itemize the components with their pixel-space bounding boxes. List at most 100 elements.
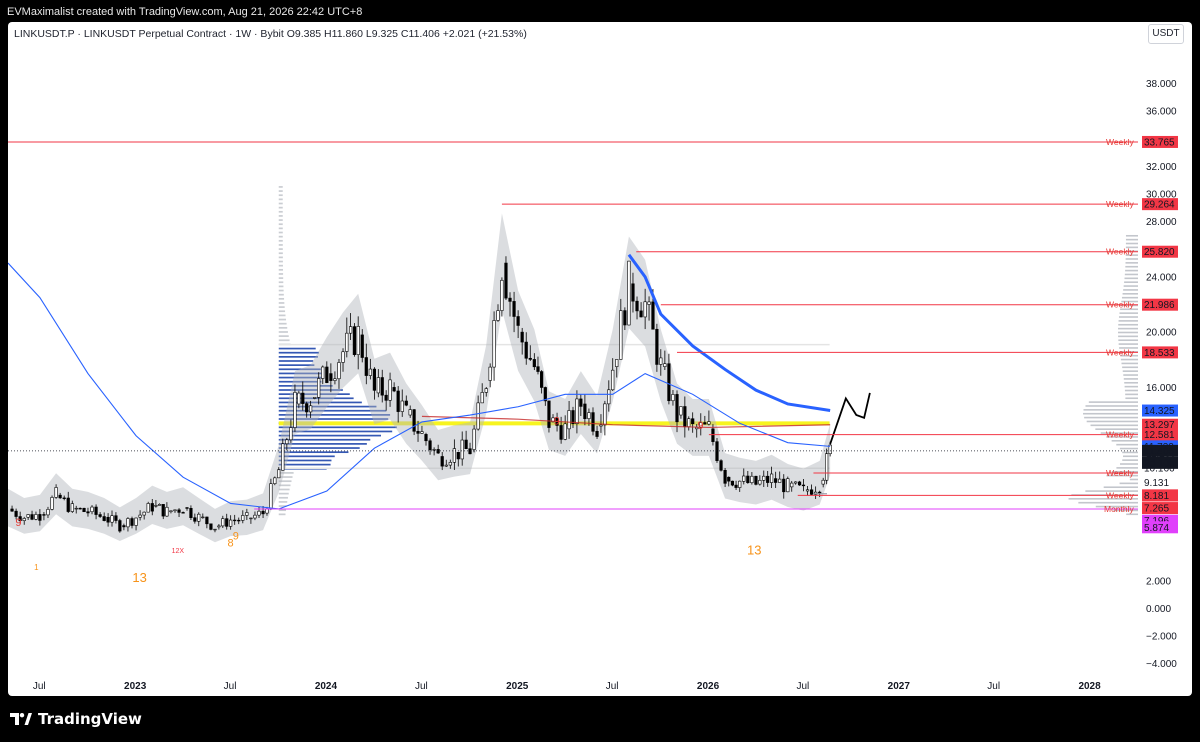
candle-body xyxy=(352,326,356,355)
left-volume-profile-bar xyxy=(278,198,283,201)
candle-body xyxy=(74,507,78,510)
right-volume-profile-bar xyxy=(1125,269,1138,272)
candle-body xyxy=(42,514,46,516)
y-axis-tick: 36.000 xyxy=(1146,107,1177,118)
candle-body xyxy=(404,400,408,406)
x-axis-tick: 2024 xyxy=(315,681,338,692)
left-volume-profile-bar xyxy=(278,252,283,255)
right-volume-profile-bar xyxy=(1124,281,1138,283)
candle-body xyxy=(774,478,778,483)
right-volume-profile-bar xyxy=(1123,285,1138,287)
candle-body xyxy=(66,497,70,512)
candle-body xyxy=(480,392,484,404)
x-axis-tick: Jul xyxy=(224,681,237,692)
candle-body xyxy=(663,363,667,367)
left-volume-profile-bar xyxy=(278,297,285,300)
candle-body xyxy=(313,397,317,399)
candle-body xyxy=(146,503,150,513)
candle-body xyxy=(130,518,134,526)
weekly-price-tag-text: 18.533 xyxy=(1144,348,1175,359)
candle-body xyxy=(623,310,627,326)
right-volume-profile-bar xyxy=(1129,478,1138,481)
candle-body xyxy=(786,478,790,493)
right-volume-profile-bar xyxy=(1084,416,1138,419)
candle-body xyxy=(118,520,122,532)
candle-body xyxy=(10,508,14,512)
price-tag-text: 14.325 xyxy=(1144,406,1175,417)
candle-body xyxy=(416,430,420,434)
y-axis-tick: −2.000 xyxy=(1146,632,1177,643)
candle-body xyxy=(142,511,146,516)
left-volume-profile-bar xyxy=(278,268,284,271)
candle-body xyxy=(746,475,750,484)
candle-body xyxy=(719,460,723,471)
left-volume-profile-bar xyxy=(278,273,284,275)
candle-body xyxy=(237,519,241,522)
left-volume-profile-bar xyxy=(278,248,283,250)
weekly-level-label: Weekly xyxy=(1106,137,1134,147)
candle-body xyxy=(821,479,825,485)
screenshot-frame: EVMaximalist created with TradingView.co… xyxy=(0,0,1200,742)
candle-body xyxy=(540,371,544,388)
candle-body xyxy=(94,506,98,515)
left-volume-profile-bar xyxy=(278,186,283,188)
x-axis-tick: 2023 xyxy=(124,681,147,692)
candle-body xyxy=(575,398,579,424)
candle-body xyxy=(293,392,297,428)
x-axis-tick: Jul xyxy=(415,681,428,692)
price-chart[interactable]: 38.00036.00032.00030.00028.00024.00020.0… xyxy=(8,22,1192,696)
candle-body xyxy=(396,390,400,412)
chart-panel[interactable]: 38.000 36.000 32.000 30.000 28.000 24.000 20.0… xyxy=(8,22,1192,696)
x-axis-tick: 2025 xyxy=(506,681,529,692)
candle-body xyxy=(221,518,225,527)
candle-body xyxy=(536,366,540,372)
left-volume-profile-bar xyxy=(278,239,283,242)
y-axis-tick: 2.000 xyxy=(1146,576,1171,587)
right-volume-profile-bar xyxy=(1125,258,1138,260)
y-axis-tick: 32.000 xyxy=(1146,162,1177,173)
left-volume-profile-bar xyxy=(278,509,287,512)
candle-body xyxy=(181,512,185,514)
candle-body xyxy=(782,478,786,493)
right-volume-profile-bar xyxy=(1123,289,1138,291)
right-volume-profile-bar xyxy=(1124,385,1138,388)
right-volume-profile-bar xyxy=(1124,389,1138,392)
right-volume-profile-bar xyxy=(1119,312,1138,314)
candle-body xyxy=(766,475,770,483)
candle-body xyxy=(532,359,536,368)
candle-body xyxy=(102,516,106,521)
right-volume-profile-bar xyxy=(1121,296,1138,299)
candle-body xyxy=(317,378,321,398)
right-volume-profile-bar xyxy=(1125,242,1138,245)
candle-body xyxy=(341,351,345,363)
candle-body xyxy=(388,379,392,401)
candle-body xyxy=(173,509,177,512)
candle-body xyxy=(790,482,794,488)
left-volume-profile-bar xyxy=(278,302,285,304)
candle-body xyxy=(675,394,679,423)
candle-body xyxy=(193,517,197,522)
x-axis-tick: Jul xyxy=(796,681,809,692)
candle-body xyxy=(26,514,30,518)
x-axis-tick: 2028 xyxy=(1078,681,1101,692)
right-volume-profile-bar xyxy=(1116,443,1138,446)
candle-body xyxy=(583,403,587,419)
left-volume-profile-bar xyxy=(278,501,288,503)
right-volume-profile-bar xyxy=(1118,339,1138,342)
candle-body xyxy=(440,456,444,467)
candle-body xyxy=(285,439,289,445)
candle-body xyxy=(742,475,746,482)
candle-body xyxy=(34,514,38,520)
candle-body xyxy=(412,409,416,432)
currency-selector[interactable]: USDT xyxy=(1148,24,1184,44)
right-volume-profile-bar xyxy=(1118,323,1138,326)
td-sequential-label: 13 xyxy=(132,570,146,585)
right-volume-profile-bar xyxy=(1090,424,1138,427)
candle-body xyxy=(723,469,727,484)
candle-body xyxy=(504,262,508,299)
candle-body xyxy=(420,431,424,434)
td-sequential-label: 9 xyxy=(554,416,560,428)
left-volume-profile-bar xyxy=(278,326,288,329)
right-volume-profile-bar xyxy=(1125,262,1138,264)
right-volume-profile-bar xyxy=(1111,440,1138,442)
